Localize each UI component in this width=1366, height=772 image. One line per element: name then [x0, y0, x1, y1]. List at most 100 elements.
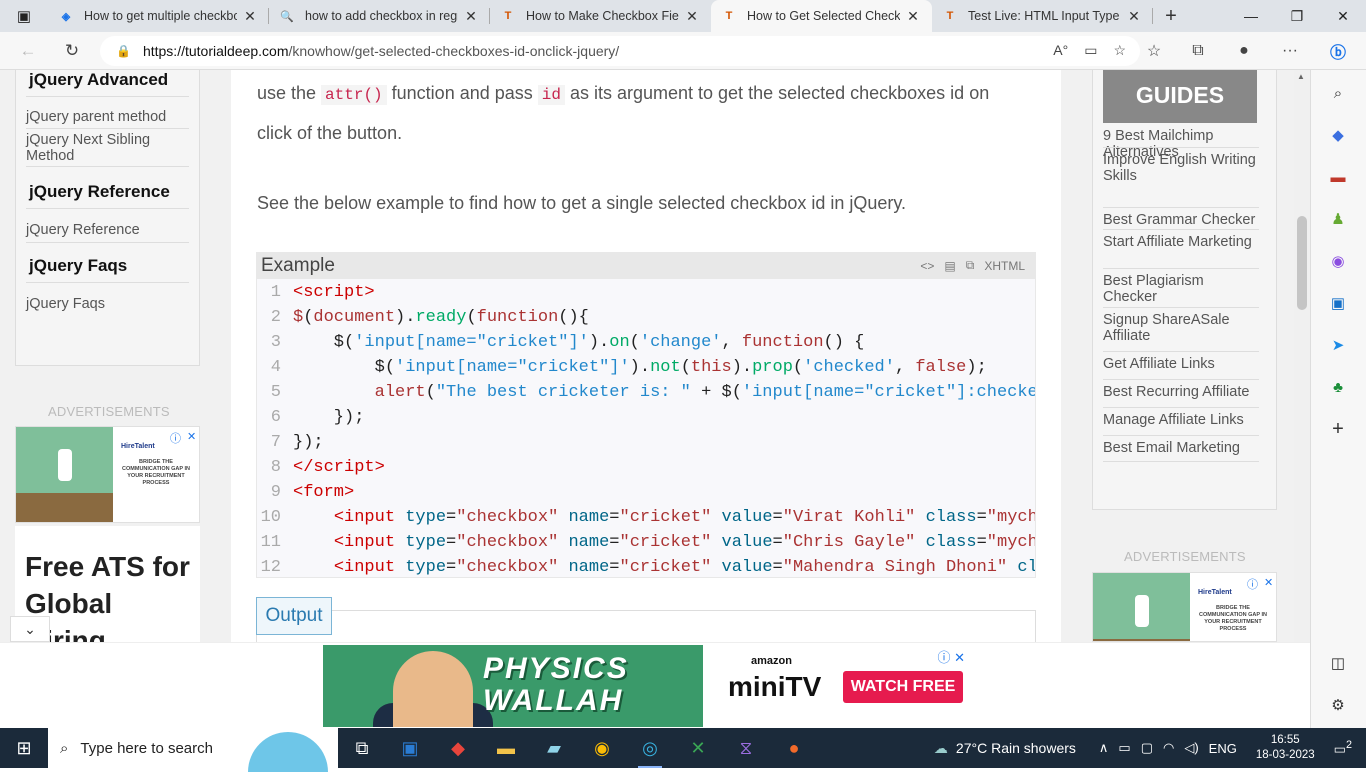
reload-icon[interactable]: ↻	[54, 32, 90, 70]
scroll-up-icon[interactable]: ▲	[1297, 72, 1305, 81]
restore-icon[interactable]: ❐	[1274, 0, 1320, 32]
guide-link[interactable]: Manage Affiliate Links	[1103, 412, 1259, 428]
tab-close-icon[interactable]: ✕	[683, 8, 701, 25]
task-view-icon[interactable]: ⧉	[338, 728, 386, 768]
minimize-icon[interactable]: —	[1228, 0, 1274, 32]
add-icon[interactable]: +	[1323, 416, 1353, 442]
sidebar-link-faqs[interactable]: jQuery Faqs	[26, 296, 105, 312]
tab-close-icon[interactable]: ✕	[462, 8, 480, 25]
output-tab[interactable]: Output	[256, 597, 332, 635]
network-icon[interactable]: ▭	[1118, 740, 1130, 756]
tab-close-icon[interactable]: ✕	[1125, 8, 1143, 25]
new-tab-button[interactable]: +	[1153, 0, 1189, 32]
copy-icon[interactable]: ▤	[944, 259, 955, 273]
code-block[interactable]: 1 <script> 2 $(document).ready(function(){3…	[257, 281, 1035, 577]
language-indicator[interactable]: ENG	[1209, 741, 1237, 756]
collections-icon[interactable]: ⧉	[1180, 32, 1216, 70]
volume-icon[interactable]: ◁)	[1184, 740, 1198, 756]
tab-5[interactable]: T Test Live: HTML Input Type Ch ✕	[932, 0, 1153, 32]
bing-icon[interactable]: ⓑ	[1320, 32, 1356, 70]
shopping-icon[interactable]: ◆	[1323, 122, 1353, 148]
ad-close-icon[interactable]: ✕	[1264, 576, 1273, 589]
physics-wallah-ad[interactable]: PHYSICS WALLAH amazon miniTV WATCH FREE ⓘ…	[323, 645, 969, 727]
code-text: <input type="checkbox" name="cricket" va…	[333, 533, 1035, 552]
hiretalent-ad[interactable]: HireTalent BRIDGE THE COMMUNICATION GAP …	[1092, 572, 1277, 642]
tab-3[interactable]: T How to Make Checkbox Field ✕	[490, 0, 711, 32]
ad-title-line: PHYSICS	[483, 652, 629, 685]
sidebar-link-parent[interactable]: jQuery parent method	[26, 109, 166, 125]
display-icon[interactable]: ▢	[1141, 740, 1153, 756]
send-icon[interactable]: ➤	[1323, 332, 1353, 358]
outlook-icon[interactable]: ▣	[386, 728, 434, 768]
menu-icon[interactable]: ···	[1272, 32, 1308, 70]
guide-link[interactable]: Start Affiliate Marketing	[1103, 234, 1259, 250]
address-bar[interactable]: 🔒 https://tutorialdeep.com/knowhow/get-s…	[100, 36, 1140, 66]
divider	[1103, 351, 1259, 352]
excel-icon[interactable]: ✕	[674, 728, 722, 768]
clock[interactable]: 16:55 18-03-2023	[1256, 733, 1315, 763]
add-favorite-icon[interactable]: ☆	[1113, 42, 1126, 59]
scrollbar-thumb[interactable]	[1297, 216, 1307, 310]
notepad-icon[interactable]: ▰	[530, 728, 578, 768]
page-scrollbar[interactable]: ▲ ▼	[1294, 70, 1310, 728]
back-icon[interactable]: ←	[10, 32, 46, 70]
tab-close-icon[interactable]: ✕	[241, 8, 259, 25]
guide-link[interactable]: Get Affiliate Links	[1103, 356, 1259, 372]
watch-free-button[interactable]: WATCH FREE	[843, 671, 963, 703]
guide-link[interactable]: Best Recurring Affiliate	[1103, 384, 1259, 400]
immersive-reader-icon[interactable]: ▭	[1084, 42, 1097, 59]
tab-4[interactable]: T How to Get Selected Checkbo ✕	[711, 0, 932, 32]
edge-icon[interactable]: ◎	[626, 728, 674, 768]
collapse-chevron-icon[interactable]: ⌄	[10, 616, 50, 642]
view-source-icon[interactable]: <>	[920, 259, 934, 273]
search-icon[interactable]: ⌕	[1323, 80, 1353, 106]
read-aloud-icon[interactable]: A°	[1053, 42, 1068, 59]
tree-icon[interactable]: ♣	[1323, 374, 1353, 400]
paragraph-example-intro: See the below example to find how to get…	[257, 193, 907, 213]
taskbar-search[interactable]: ⌕ Type here to search	[48, 728, 338, 772]
weather-widget[interactable]: ☁ 27°C Rain showers	[934, 740, 1076, 757]
time: 16:55	[1270, 734, 1300, 746]
notifications-icon[interactable]: ▭2	[1334, 739, 1352, 757]
right-sidebar: GUIDES 9 Best Mailchimp Alternatives Impr…	[1092, 70, 1277, 510]
sidebar-toggle-icon[interactable]: ◫	[1323, 650, 1353, 676]
guide-link[interactable]: Best Plagiarism Checker	[1103, 273, 1259, 305]
tab-actions-icon[interactable]: ▣	[0, 0, 48, 32]
open-window-icon[interactable]: ⧉	[966, 258, 975, 273]
ad-info-icon[interactable]: ⓘ	[1247, 576, 1258, 592]
profile-icon[interactable]: ●	[1226, 32, 1262, 70]
close-window-icon[interactable]: ✕	[1320, 0, 1366, 32]
office-icon[interactable]: ◉	[1323, 248, 1353, 274]
chrome-icon[interactable]: ◉	[578, 728, 626, 768]
outlook-icon[interactable]: ▣	[1323, 290, 1353, 316]
guide-link[interactable]: Best Email Marketing	[1103, 440, 1259, 456]
chevron-up-icon[interactable]: ∧	[1099, 740, 1109, 756]
code-line: 2 $(document).ready(function(){	[257, 308, 589, 333]
wifi-icon[interactable]: ◠	[1163, 740, 1174, 756]
tab-1[interactable]: ◈ How to get multiple checkbox ✕	[48, 0, 269, 32]
ad-info-icon[interactable]: ⓘ	[170, 430, 181, 446]
visual-studio-icon[interactable]: ⧖	[722, 728, 770, 768]
tab-close-icon[interactable]: ✕	[904, 8, 922, 25]
sidebar-link-reference[interactable]: jQuery Reference	[26, 222, 140, 238]
ad-close-icon[interactable]: ⓘ ✕	[937, 647, 965, 666]
hiretalent-ad[interactable]: HireTalent BRIDGE THE COMMUNICATION GAP …	[15, 426, 200, 523]
line-number: 4	[270, 358, 281, 377]
lock-icon[interactable]: 🔒	[116, 44, 131, 58]
tab-2[interactable]: 🔍 how to add checkbox in regis ✕	[269, 0, 490, 32]
favorites-icon[interactable]: ☆	[1136, 32, 1172, 70]
file-explorer-icon[interactable]: ▬	[482, 728, 530, 768]
settings-icon[interactable]: ⚙	[1323, 692, 1353, 718]
games-icon[interactable]: ♟	[1323, 206, 1353, 232]
guide-link[interactable]: Best Grammar Checker	[1103, 212, 1259, 228]
guide-link[interactable]: Improve English Writing Skills	[1103, 152, 1259, 184]
address-bar-actions: A° ▭ ☆	[1053, 42, 1126, 59]
guide-link[interactable]: Signup ShareASale Affiliate	[1103, 312, 1259, 344]
windows-icon[interactable]: ⊞	[0, 728, 48, 768]
sidebar-link-next-sibling[interactable]: jQuery Next Sibling Method	[26, 132, 176, 164]
ad-close-icon[interactable]: ✕	[187, 430, 196, 443]
anydesk-icon[interactable]: ◆	[434, 728, 482, 768]
url-path: /knowhow/get-selected-checkboxes-id-oncl…	[288, 43, 620, 59]
tools-icon[interactable]: ▬	[1323, 164, 1353, 190]
postman-icon[interactable]: ●	[770, 728, 818, 768]
